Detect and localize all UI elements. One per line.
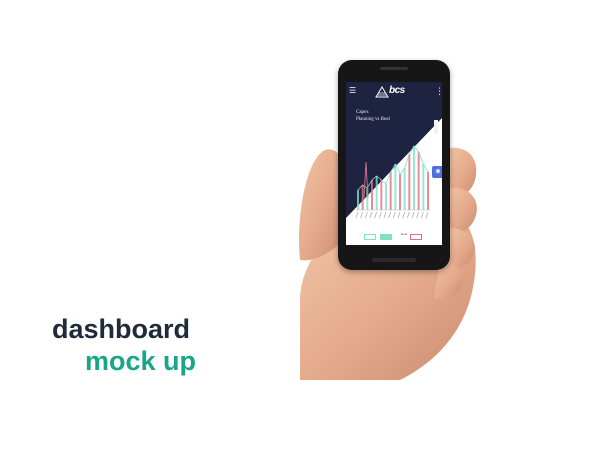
tagline-line-2: mock up [85,346,197,376]
chart-bar [385,184,387,210]
hand-illustration [299,147,477,380]
dashboard-content: Capex Planning vs Real ✷ Real [346,100,442,245]
x-tick-label [365,211,368,219]
chart-bar [413,146,415,210]
chart-bar [357,190,359,210]
chart-bar [371,180,373,210]
x-tick-label [425,211,429,219]
settings-icon: ✷ [434,167,442,176]
phone-device: ☰ bcs ⋮ Capex Planning vs Real ✷ Real [338,60,450,270]
x-tick-label [355,211,359,219]
chart-legend: Real [364,232,434,240]
x-tick-label [374,211,377,219]
logo-text: bcs [389,85,405,96]
chart-bar [417,152,420,210]
settings-fab[interactable]: ✷ [432,166,442,178]
tagline-line-1: dashboard [52,314,191,344]
x-tick-label [369,211,373,219]
chart-bar [361,185,364,210]
chart-bar [380,180,383,210]
chart-bar [375,176,378,210]
x-tick-label [383,211,387,219]
phone-grille [372,258,416,262]
legend-item-3 [410,234,422,240]
chart-bar [403,168,406,210]
kebab-icon[interactable]: ⋮ [435,86,442,96]
phone-screen: ☰ bcs ⋮ Capex Planning vs Real ✷ Real [346,82,442,245]
app-logo: bcs [375,85,415,98]
chart-bar [394,164,397,210]
x-tick-label [411,211,415,219]
capex-chart [355,145,430,219]
app-bar: ☰ bcs ⋮ [346,82,442,100]
legend-label-real: Real [401,232,408,236]
x-tick-label [379,211,382,219]
chart-bar [389,172,392,210]
phone-speaker [380,67,408,70]
x-tick-label [407,211,410,219]
chart-bar [408,154,411,210]
series-line-planning [363,161,369,199]
chart-bar [399,174,401,210]
menu-icon[interactable]: ☰ [349,87,357,95]
x-tick-label [402,211,405,219]
chart-bar [422,164,425,210]
x-tick-label [360,211,363,219]
legend-item-2 [380,234,392,240]
series-line-real [357,145,429,191]
logo-mark-icon [375,86,389,98]
x-tick-label [397,211,401,219]
chart-bar [427,172,429,210]
x-tick-label [416,211,419,219]
legend-item-1 [364,234,376,240]
x-tick-label [421,211,424,219]
x-tick-label [393,211,396,219]
x-tick-label [388,211,391,219]
